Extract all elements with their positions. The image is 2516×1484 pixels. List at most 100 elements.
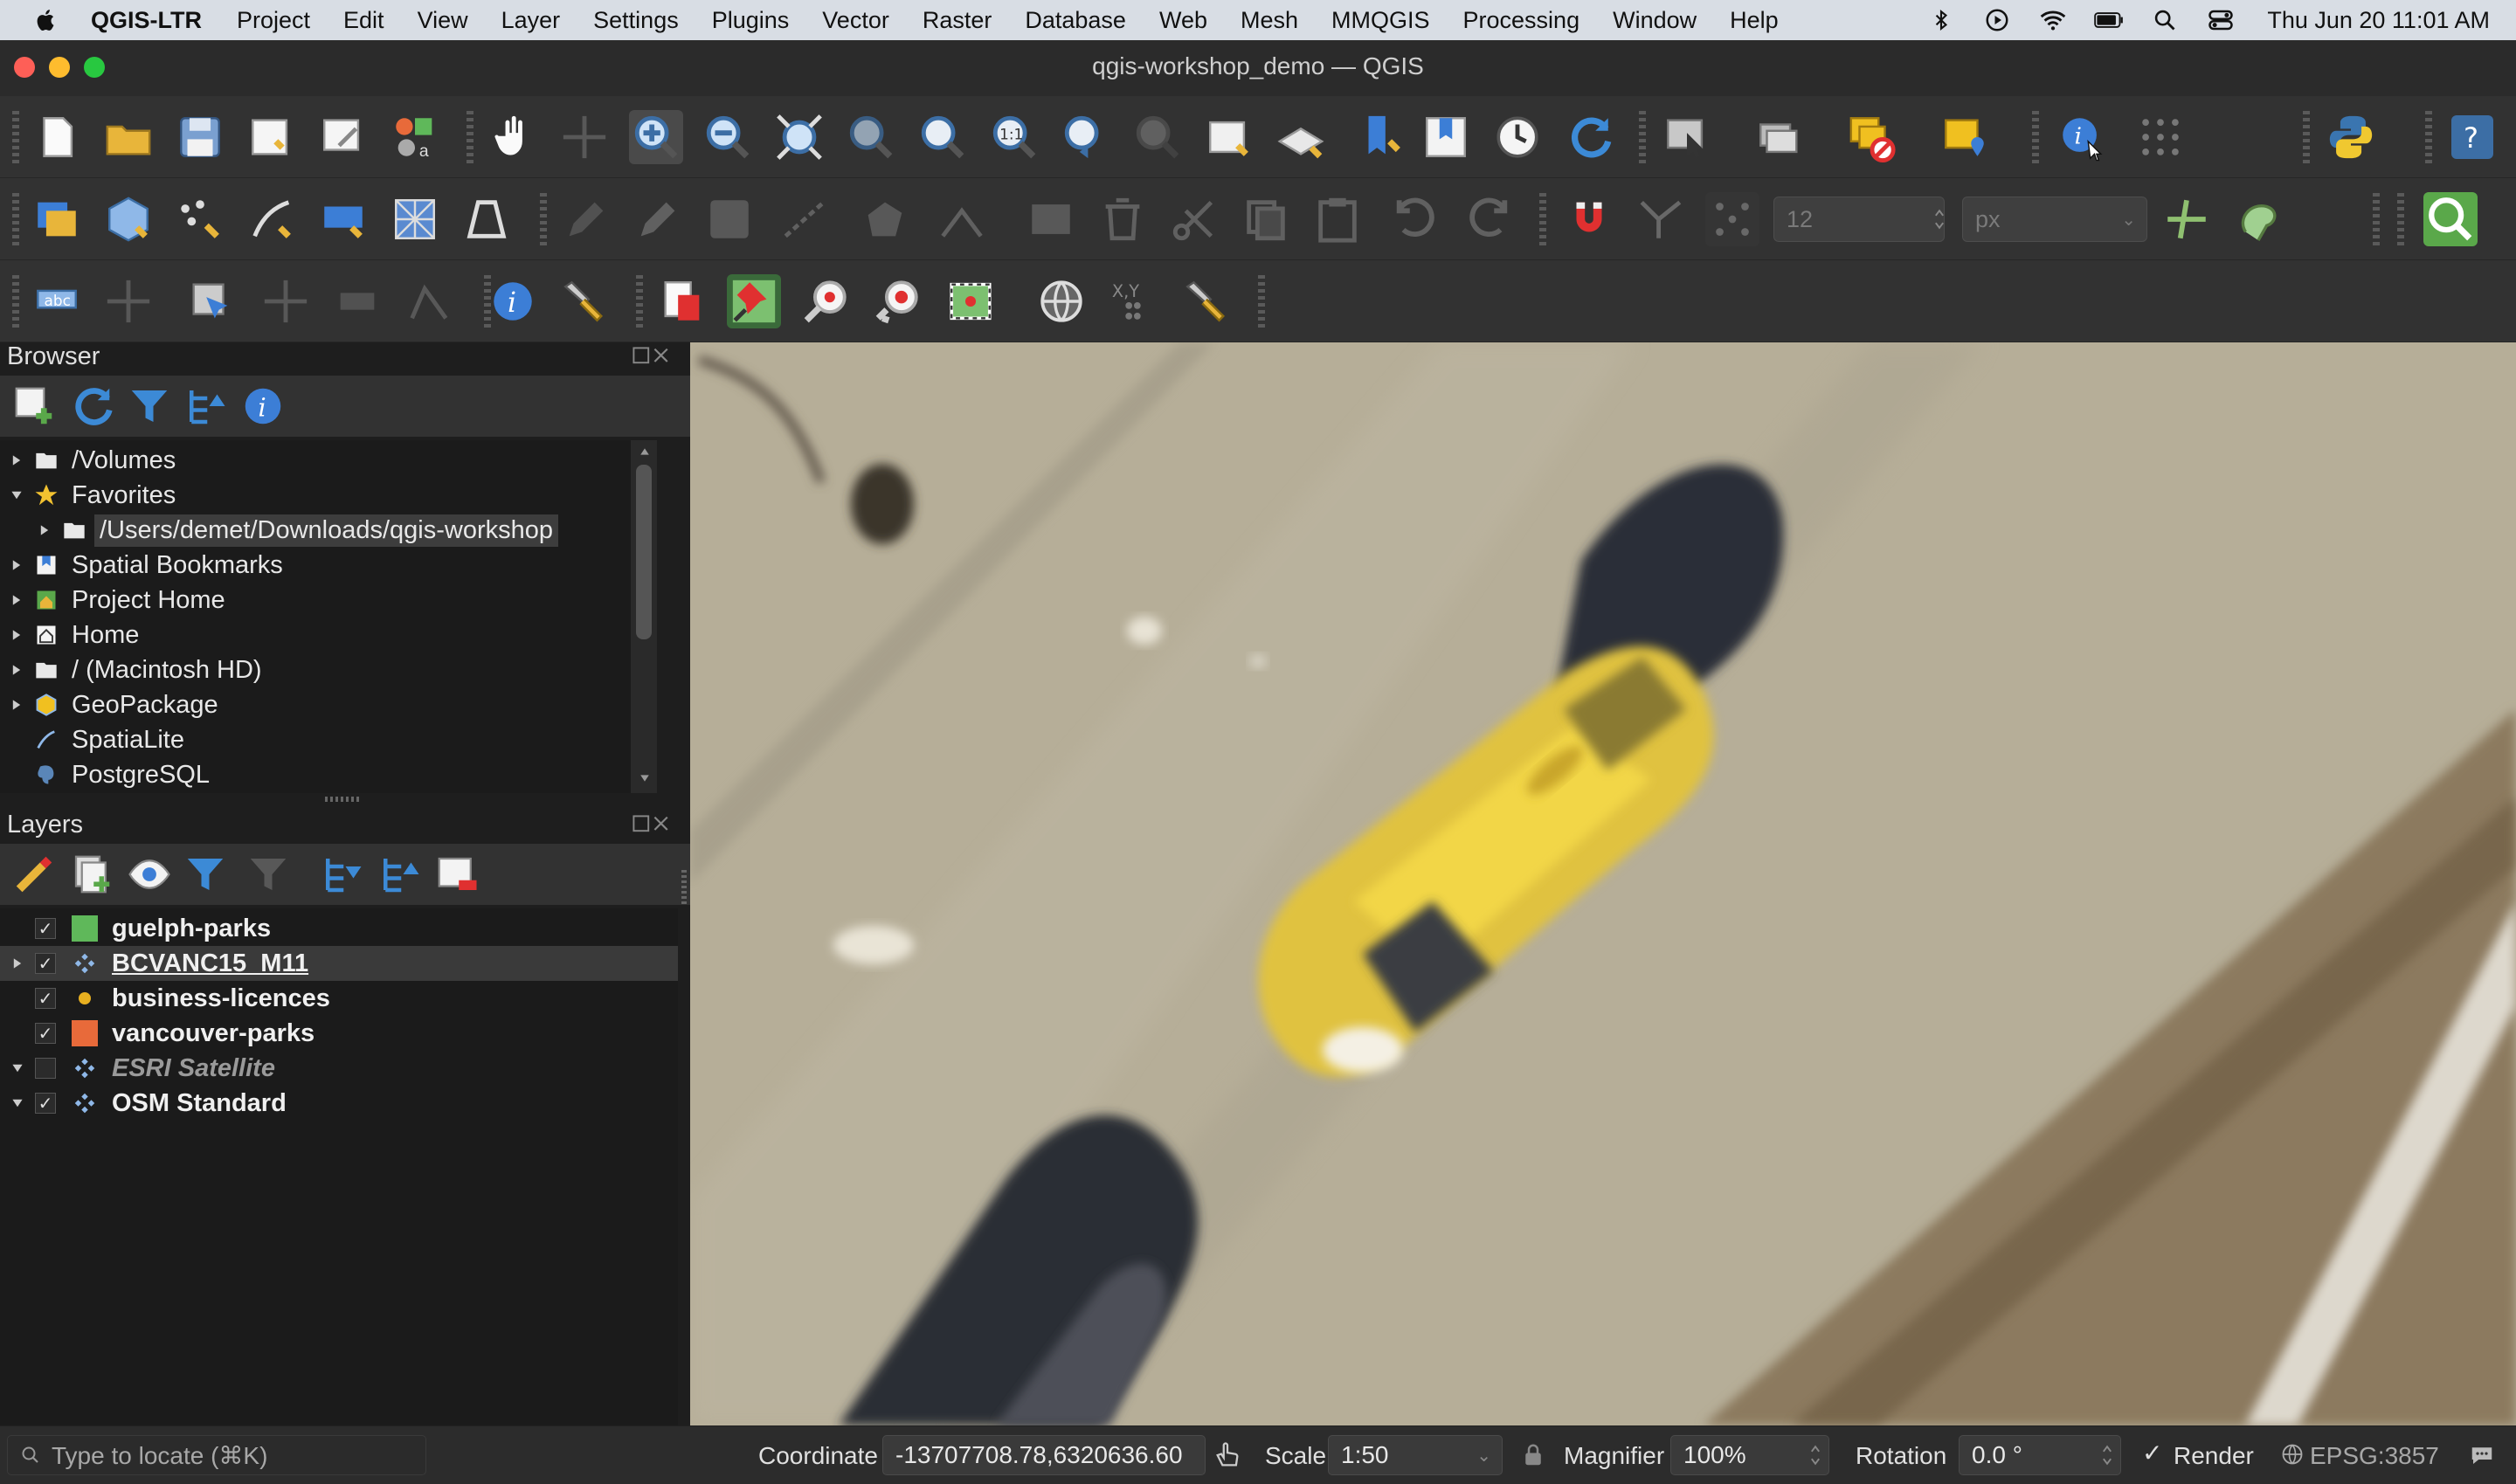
coordinate-field[interactable]: -13707708.78,6320636.60 xyxy=(882,1435,1206,1475)
layer-item-bcvanc15-m11[interactable]: ✓ BCVANC15_M11 xyxy=(0,946,678,981)
snapping-tolerance-stepper[interactable] xyxy=(1931,201,1948,238)
toolbar-grip[interactable] xyxy=(12,193,19,245)
zoom-in-icon[interactable] xyxy=(629,110,683,164)
zoom-last-icon[interactable] xyxy=(1059,110,1113,164)
toolbar-grip[interactable] xyxy=(540,193,547,245)
caret-right-icon[interactable] xyxy=(10,454,23,466)
new-virtual-layer-icon[interactable] xyxy=(316,192,370,246)
caret-right-icon[interactable] xyxy=(10,559,23,571)
add-group-icon[interactable] xyxy=(68,851,115,898)
magnifier-zoom-icon[interactable] xyxy=(798,274,853,328)
map-canvas[interactable] xyxy=(690,342,2516,1425)
rotate-label-icon[interactable] xyxy=(330,274,384,328)
caret-right-icon[interactable] xyxy=(0,957,35,970)
filter-by-expression-icon[interactable] xyxy=(245,851,292,898)
save-layer-edits-icon[interactable] xyxy=(702,192,757,246)
new-project-icon[interactable] xyxy=(30,110,84,164)
select-by-location-icon[interactable] xyxy=(1938,110,1992,164)
menu-help[interactable]: Help xyxy=(1730,7,1779,34)
rotation-spinbox[interactable]: 0.0 ° xyxy=(1959,1435,2121,1475)
tracing-icon[interactable] xyxy=(2231,192,2285,246)
stepper-icon[interactable] xyxy=(1809,1440,1821,1470)
digitize-with-shape-icon[interactable] xyxy=(245,192,299,246)
select-features-icon[interactable] xyxy=(1660,110,1714,164)
collapse-all-icon[interactable] xyxy=(182,383,229,430)
toggle-editing-icon[interactable] xyxy=(631,192,685,246)
toolbar-grip[interactable] xyxy=(1539,193,1546,245)
browser-item-favorites[interactable]: Favorites xyxy=(0,478,176,513)
pin-unpin-labels-icon[interactable] xyxy=(101,274,156,328)
browser-scroll-thumb[interactable] xyxy=(636,465,652,639)
toolbar-grip[interactable] xyxy=(467,111,473,163)
layer-visibility-checkbox[interactable]: ✓ xyxy=(35,1093,56,1114)
open-layer-styling-icon[interactable] xyxy=(10,851,58,898)
menu-project[interactable]: Project xyxy=(237,7,310,34)
cut-features-icon[interactable] xyxy=(1167,192,1221,246)
new-mesh-layer-icon[interactable] xyxy=(388,192,442,246)
menu-vector[interactable]: Vector xyxy=(822,7,889,34)
new-3d-map-view-icon[interactable] xyxy=(1274,110,1328,164)
open-project-icon[interactable] xyxy=(101,110,156,164)
filter-browser-icon[interactable] xyxy=(126,383,173,430)
bluetooth-icon[interactable] xyxy=(1926,5,1956,35)
zoom-out-icon[interactable] xyxy=(701,110,755,164)
undo-icon[interactable] xyxy=(1389,192,1443,246)
caret-down-icon[interactable] xyxy=(10,489,23,501)
crs-globe-icon[interactable] xyxy=(2280,1442,2305,1473)
processing-toolbox-wrench-icon[interactable] xyxy=(1179,274,1234,328)
current-edits-icon[interactable] xyxy=(559,192,613,246)
snapping-units-dropdown[interactable]: px ⌄ xyxy=(1962,197,2147,242)
caret-right-icon[interactable] xyxy=(10,594,23,606)
apple-icon[interactable] xyxy=(31,5,61,35)
vertex-tool-icon[interactable] xyxy=(935,192,989,246)
browser-item-volumes[interactable]: /Volumes xyxy=(0,443,176,478)
layer-labeling-options-icon[interactable]: abc xyxy=(30,274,84,328)
deselect-features-icon[interactable] xyxy=(1845,110,1899,164)
scroll-down-icon[interactable] xyxy=(639,772,651,788)
python-console-icon[interactable] xyxy=(2324,110,2378,164)
caret-right-icon[interactable] xyxy=(38,524,51,536)
refresh-browser-icon[interactable] xyxy=(68,383,115,430)
layer-item-vancouver-parks[interactable]: ✓ vancouver-parks xyxy=(0,1016,678,1051)
layout-manager-icon[interactable] xyxy=(316,110,370,164)
toolbar-grip[interactable] xyxy=(1639,111,1646,163)
toolbar-grip[interactable] xyxy=(1258,275,1265,328)
change-label-icon[interactable] xyxy=(402,274,456,328)
layer-item-esri-satellite[interactable]: ESRI Satellite xyxy=(0,1051,678,1086)
panel-splitter-vertical[interactable] xyxy=(681,870,687,905)
snapping-magnet-icon[interactable] xyxy=(1562,192,1616,246)
zoom-to-layer-icon[interactable] xyxy=(916,110,970,164)
new-spatial-bookmark-icon[interactable] xyxy=(1354,110,1408,164)
toolbar-grip[interactable] xyxy=(12,275,19,328)
refresh-icon[interactable] xyxy=(1562,110,1616,164)
highlight-pinned-labels-icon[interactable] xyxy=(183,274,238,328)
stepper-icon[interactable] xyxy=(2101,1440,2113,1470)
quickmapservices-pin-icon[interactable] xyxy=(727,274,781,328)
temporal-controller-icon[interactable] xyxy=(1490,110,1545,164)
messages-icon[interactable] xyxy=(2469,1442,2495,1474)
toolbar-grip[interactable] xyxy=(2397,193,2404,245)
menu-layer[interactable]: Layer xyxy=(501,7,561,34)
layer-visibility-checkbox[interactable]: ✓ xyxy=(35,953,56,974)
data-source-manager-icon[interactable] xyxy=(30,192,84,246)
menu-raster[interactable]: Raster xyxy=(923,7,992,34)
toolbar-grip[interactable] xyxy=(2032,111,2039,163)
caret-right-icon[interactable] xyxy=(10,629,23,641)
toolbar-grip[interactable] xyxy=(2373,193,2380,245)
menu-database[interactable]: Database xyxy=(1025,7,1126,34)
browser-scrollbar[interactable] xyxy=(631,440,657,793)
wifi-icon[interactable] xyxy=(2038,5,2068,35)
toolbar-grip[interactable] xyxy=(2303,111,2310,163)
toolbar-grip[interactable] xyxy=(2425,111,2432,163)
show-spatial-bookmarks-icon[interactable] xyxy=(1419,110,1473,164)
web-globe-icon[interactable] xyxy=(1034,274,1089,328)
layers-panel-close-icon[interactable] xyxy=(631,814,674,839)
browser-item-spatialite[interactable]: SpatiaLite xyxy=(0,722,184,757)
snapping-intersection-icon[interactable] xyxy=(2160,192,2214,246)
pan-map-icon[interactable] xyxy=(486,110,540,164)
extent-selector-icon[interactable] xyxy=(944,274,998,328)
scroll-up-icon[interactable] xyxy=(639,445,651,461)
caret-right-icon[interactable] xyxy=(10,664,23,676)
layer-item-business-licences[interactable]: ✓ business-licences xyxy=(0,981,678,1016)
move-label-icon[interactable] xyxy=(259,274,313,328)
